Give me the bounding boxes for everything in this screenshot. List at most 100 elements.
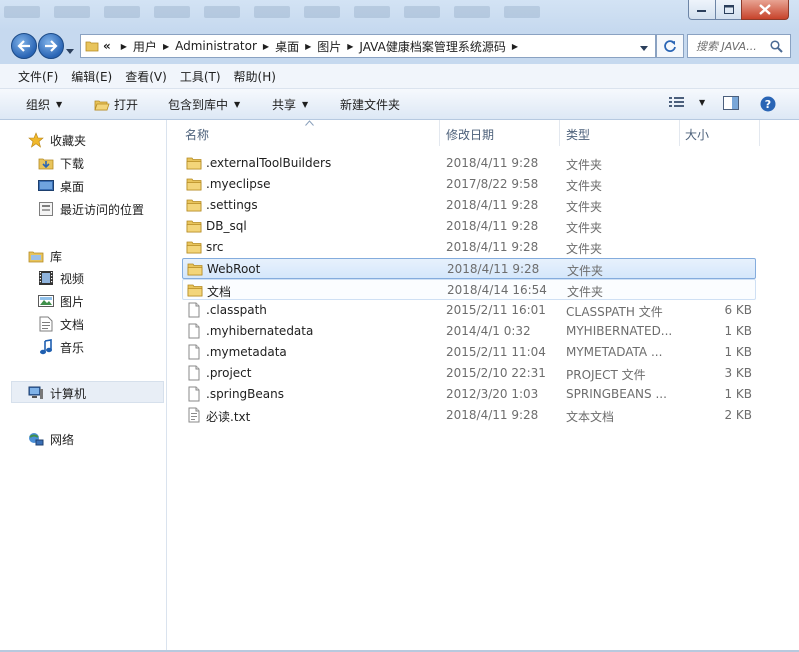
file-row[interactable]: src 2018/4/11 9:28 文件夹	[182, 237, 756, 258]
file-row[interactable]: 文档 2018/4/14 16:54 文件夹	[182, 279, 756, 300]
chevron-right-icon[interactable]: ▶	[347, 42, 353, 51]
chevron-down-icon	[640, 46, 648, 51]
menu-edit[interactable]: 编辑(E)	[66, 68, 117, 85]
file-name: .classpath	[206, 303, 267, 317]
file-size: 1 KB	[724, 324, 752, 338]
column-name[interactable]: 名称	[185, 126, 209, 143]
nav-downloads[interactable]: 下载	[38, 153, 84, 173]
chevron-right-icon[interactable]: ▶	[263, 42, 269, 51]
organize-button[interactable]: 组织 ▼	[26, 96, 62, 113]
refresh-button[interactable]	[656, 34, 684, 58]
sort-ascending-icon	[305, 120, 314, 126]
navigation-pane: 收藏夹 下载 桌面 最近访问的位置 库 视频 图片 文档 音乐 计算机 网络	[0, 120, 167, 652]
search-icon[interactable]	[770, 39, 783, 53]
file-row[interactable]: .classpath 2015/2/11 16:01 CLASSPATH 文件 6 K…	[182, 300, 756, 321]
nav-desktop[interactable]: 桌面	[38, 176, 84, 196]
menu-tools[interactable]: 工具(T)	[175, 68, 226, 85]
search-box[interactable]	[687, 34, 791, 58]
forward-button[interactable]	[38, 33, 64, 59]
column-divider[interactable]	[679, 120, 680, 146]
file-row[interactable]: .mymetadata 2015/2/11 11:04 MYMETADATA ...…	[182, 342, 756, 363]
nav-music[interactable]: 音乐	[38, 337, 84, 357]
nav-libraries[interactable]: 库	[28, 246, 62, 266]
column-date[interactable]: 修改日期	[446, 126, 494, 143]
chevron-right-icon[interactable]: ▶	[163, 42, 169, 51]
search-input[interactable]	[696, 39, 766, 53]
nav-libraries-label: 库	[50, 249, 63, 264]
menu-view[interactable]: 查看(V)	[120, 68, 172, 85]
refresh-icon	[664, 40, 676, 52]
file-size: 3 KB	[724, 366, 752, 380]
address-bar[interactable]: « ▶ 用户 ▶ Administrator ▶ 桌面 ▶ 图片 ▶ JAVA健…	[80, 34, 656, 58]
view-list-icon	[669, 97, 684, 107]
chevron-right-icon[interactable]: ▶	[512, 42, 518, 51]
column-size[interactable]: 大小	[685, 126, 709, 143]
file-size: 2 KB	[724, 408, 752, 422]
share-label: 共享	[272, 98, 297, 112]
minimize-button[interactable]	[688, 0, 716, 20]
open-button[interactable]: 打开	[94, 96, 138, 113]
new-folder-label: 新建文件夹	[340, 98, 401, 112]
nav-network[interactable]: 网络	[28, 429, 74, 449]
breadcrumb-overflow[interactable]: «	[103, 39, 111, 53]
menu-file[interactable]: 文件(F)	[13, 68, 63, 85]
star-icon	[28, 132, 44, 148]
file-row[interactable]: .myeclipse 2017/8/22 9:58 文件夹	[182, 174, 756, 195]
preview-pane-button[interactable]	[723, 96, 739, 110]
recent-pages-dropdown[interactable]	[66, 43, 74, 57]
folder-icon	[85, 41, 99, 52]
file-date: 2018/4/11 9:28	[446, 408, 539, 422]
file-row[interactable]: WebRoot 2018/4/11 9:28 文件夹	[182, 258, 756, 279]
arrow-left-icon	[17, 40, 30, 52]
file-type: 文件夹	[567, 285, 604, 299]
recent-places-icon	[38, 201, 54, 217]
close-button[interactable]	[741, 0, 789, 20]
file-row[interactable]: .project 2015/2/10 22:31 PROJECT 文件 3 KB	[182, 363, 756, 384]
chevron-right-icon[interactable]: ▶	[121, 42, 127, 51]
file-icon	[186, 344, 202, 360]
back-button[interactable]	[11, 33, 37, 59]
file-row[interactable]: DB_sql 2018/4/11 9:28 文件夹	[182, 216, 756, 237]
file-row[interactable]: .springBeans 2012/3/20 1:03 SPRINGBEANS ..…	[182, 384, 756, 405]
nav-recent[interactable]: 最近访问的位置	[38, 199, 144, 219]
folder-icon	[186, 176, 202, 192]
column-type[interactable]: 类型	[566, 126, 590, 143]
nav-videos[interactable]: 视频	[38, 268, 84, 288]
file-type: 文件夹	[566, 242, 603, 256]
menu-help[interactable]: 帮助(H)	[229, 68, 281, 85]
breadcrumb-item[interactable]: JAVA健康档案管理系统源码	[359, 38, 505, 55]
help-button[interactable]: ?	[760, 96, 776, 112]
close-icon	[759, 4, 771, 15]
file-date: 2018/4/14 16:54	[447, 283, 547, 297]
share-button[interactable]: 共享 ▼	[272, 96, 308, 113]
file-type: CLASSPATH 文件	[566, 305, 663, 319]
column-divider[interactable]	[759, 120, 760, 146]
nav-pictures[interactable]: 图片	[38, 291, 84, 311]
file-row[interactable]: .settings 2018/4/11 9:28 文件夹	[182, 195, 756, 216]
view-options-button[interactable]: ▼	[669, 96, 705, 108]
file-row[interactable]: 必读.txt 2018/4/11 9:28 文本文档 2 KB	[182, 405, 756, 426]
video-icon	[38, 270, 54, 286]
breadcrumb-item[interactable]: 桌面	[275, 38, 299, 55]
nav-computer[interactable]: 计算机	[28, 383, 86, 403]
column-divider[interactable]	[559, 120, 560, 146]
file-date: 2012/3/20 1:03	[446, 387, 539, 401]
folder-icon	[187, 261, 203, 277]
file-row[interactable]: .externalToolBuilders 2018/4/11 9:28 文件夹	[182, 153, 756, 174]
column-divider[interactable]	[439, 120, 440, 146]
nav-documents[interactable]: 文档	[38, 314, 84, 334]
file-row[interactable]: .myhibernatedata 2014/4/1 0:32 MYHIBERNATE…	[182, 321, 756, 342]
file-icon	[186, 302, 202, 318]
file-date: 2017/8/22 9:58	[446, 177, 539, 191]
library-icon	[28, 248, 44, 264]
address-history-dropdown[interactable]	[640, 40, 648, 54]
chevron-right-icon[interactable]: ▶	[305, 42, 311, 51]
breadcrumb-item[interactable]: 用户	[133, 38, 157, 55]
nav-favorites[interactable]: 收藏夹	[28, 130, 86, 150]
breadcrumb-item[interactable]: Administrator	[175, 39, 257, 53]
include-library-button[interactable]: 包含到库中 ▼	[168, 96, 240, 113]
maximize-button[interactable]	[715, 0, 742, 20]
file-icon	[186, 323, 202, 339]
breadcrumb-item[interactable]: 图片	[317, 38, 341, 55]
new-folder-button[interactable]: 新建文件夹	[340, 96, 400, 113]
